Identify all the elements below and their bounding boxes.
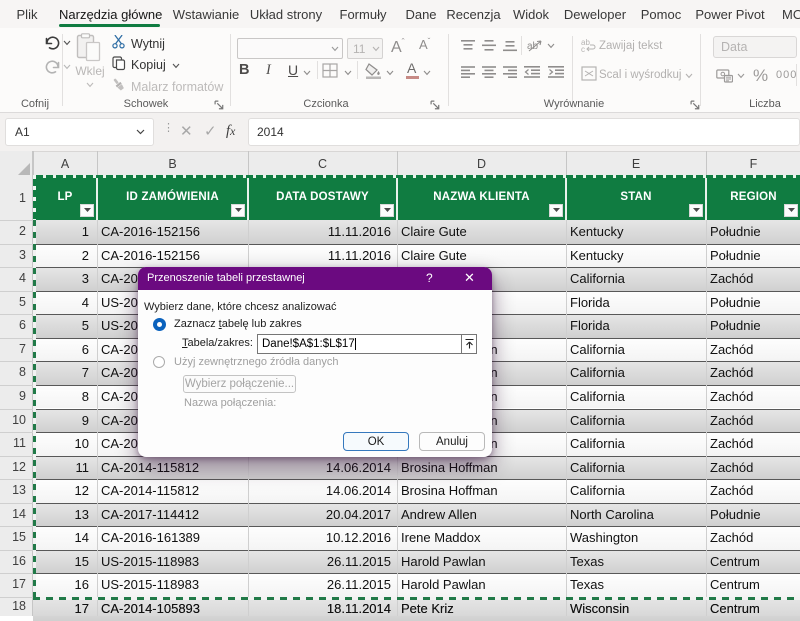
- svg-text:ab: ab: [527, 41, 539, 52]
- svg-text:c: c: [581, 45, 585, 52]
